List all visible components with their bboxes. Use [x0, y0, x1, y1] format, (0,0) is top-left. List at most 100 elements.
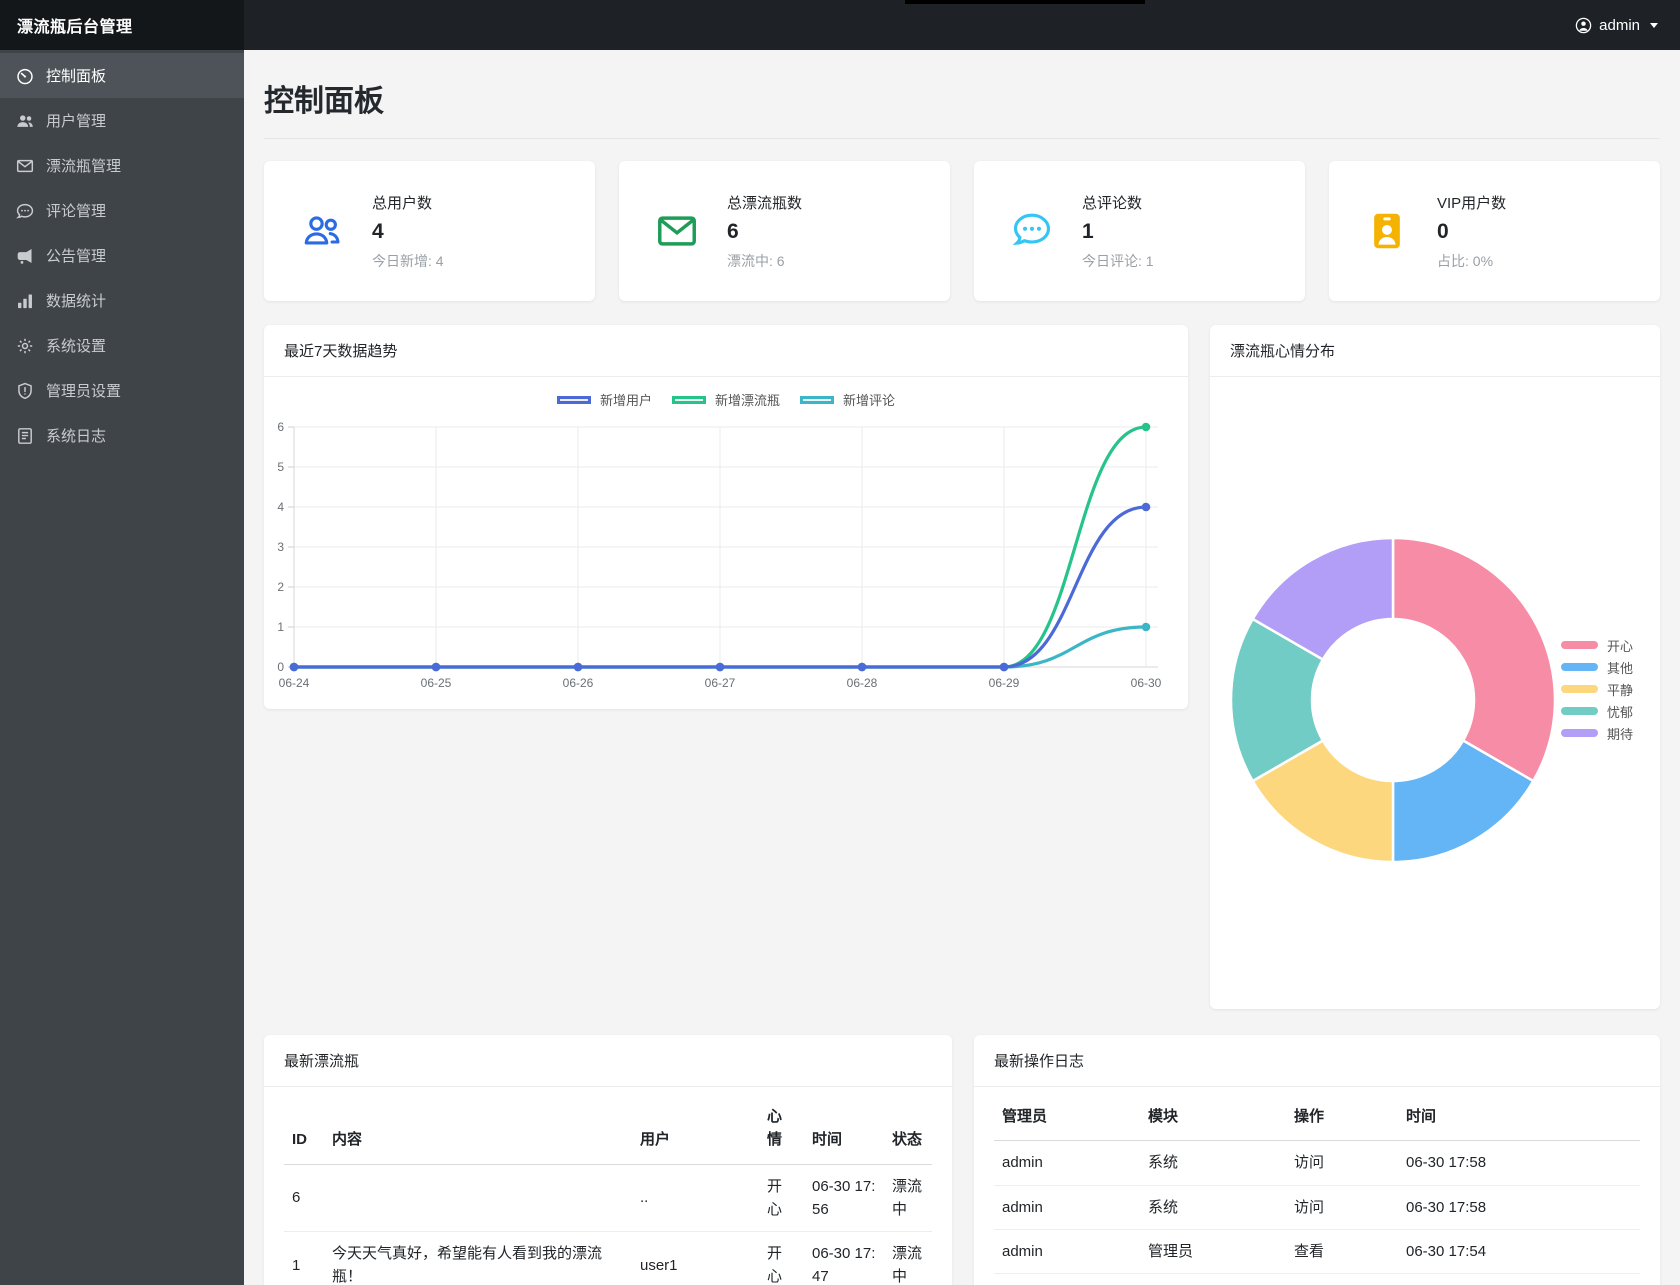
pie-legend-swatch [1561, 663, 1598, 671]
pie-legend-label: 期待 [1607, 726, 1634, 742]
legend-item[interactable]: 新增用户 [556, 390, 652, 409]
table-row: admin 系统 访问 06-30 17:58 [994, 1140, 1640, 1186]
speedometer-icon [16, 67, 34, 85]
table-row: admin 系统 访问 06-30 17:58 [994, 1185, 1640, 1230]
table-cell: 开心 [759, 1164, 804, 1232]
column-header: 时间 [1398, 1093, 1640, 1142]
mood-chart-card: 漂流瓶心情分布 开心 其他 平静 忧郁 期待 [1210, 325, 1660, 1009]
pie-legend-item[interactable]: 忧郁 [1561, 700, 1633, 722]
table-cell: 06-30 17:58 [1398, 1140, 1640, 1186]
pie-legend-label: 其他 [1607, 660, 1634, 676]
line-chart: 0 1 2 3 4 5 6 06-24 06-25 06-26 06-27 06-28 06-29 06-… [264, 409, 1188, 706]
pie-legend-swatch [1561, 641, 1598, 649]
stat-value: 0 [1437, 219, 1449, 243]
user-menu[interactable]: admin [1575, 0, 1680, 50]
sidebar-item-megaphone[interactable]: 公告管理 [0, 233, 244, 278]
table-cell: admin [994, 1229, 1140, 1275]
shield-icon [16, 382, 34, 400]
column-header: 用户 [632, 1093, 759, 1165]
legend-label: 新增评论 [843, 393, 896, 408]
svg-text:06-26: 06-26 [563, 676, 594, 690]
gear-icon [16, 337, 34, 355]
table-row: admin 管理员 查看 06-30 17:54 [994, 1229, 1640, 1275]
legend-item[interactable]: 新增漂流瓶 [671, 390, 780, 409]
legend-item[interactable]: 新增评论 [800, 390, 895, 409]
legend-swatch [800, 395, 834, 404]
svg-text:06-24: 06-24 [279, 676, 310, 690]
table-cell: 开心 [759, 1231, 804, 1285]
column-header: 管理员 [994, 1093, 1140, 1142]
legend-label: 新增漂流瓶 [714, 393, 780, 408]
pie-legend-swatch [1561, 707, 1598, 715]
trend-chart-title: 最近7天数据趋势 [264, 325, 1188, 377]
envelope-icon [655, 209, 699, 253]
chat-icon [16, 202, 34, 220]
table-cell: 今天天气真好，希望能有人看到我的漂流瓶！ [324, 1231, 632, 1285]
svg-text:0: 0 [277, 660, 284, 674]
table-cell: 漂流中 [884, 1164, 932, 1232]
sidebar-item-shield[interactable]: 管理员设置 [0, 368, 244, 413]
column-header: 状态 [884, 1093, 932, 1165]
bar-chart-icon [16, 292, 34, 310]
column-header: 内容 [324, 1093, 632, 1165]
svg-text:06-30: 06-30 [1131, 676, 1162, 690]
stat-label: 总评论数 [1082, 194, 1143, 212]
latest-bottles-card: 最新漂流瓶 ID 内容 用户 心情 时间 状态 6.. 开心 06-30 17:56 漂流中 1 今… [264, 1035, 952, 1285]
sidebar-item-journal[interactable]: 系统日志 [0, 413, 244, 458]
latest-bottles-title: 最新漂流瓶 [264, 1035, 952, 1087]
table-cell: 06-30 17:54 [1398, 1273, 1640, 1285]
stat-label: 总漂流瓶数 [727, 194, 803, 212]
table-cell: 06-30 17:47 [804, 1231, 884, 1285]
column-header: 心情 [759, 1093, 804, 1165]
table-row: admin系统访问06-30 17:54 [994, 1273, 1640, 1285]
chat-icon [1010, 209, 1054, 253]
operation-logs-title: 最新操作日志 [974, 1035, 1660, 1087]
svg-text:4: 4 [277, 500, 284, 514]
pie-legend-item[interactable]: 期待 [1561, 722, 1633, 744]
table-row: 1 今天天气真好，希望能有人看到我的漂流瓶！ user1 开心 06-30 17:47 漂… [284, 1231, 932, 1285]
envelope-icon [16, 157, 34, 175]
chevron-down-icon [1650, 22, 1658, 28]
sidebar-item-envelope[interactable]: 漂流瓶管理 [0, 143, 244, 188]
table-cell: admin [994, 1185, 1140, 1230]
trend-chart-card: 最近7天数据趋势 新增用户 新增漂流瓶 新增评论 0 1 2 3 4 5 6 06-24 06-25… [264, 325, 1188, 709]
sidebar-item-label: 公告管理 [46, 248, 107, 265]
table-cell: 系统 [1140, 1273, 1286, 1285]
sidebar-item-label: 系统设置 [46, 338, 107, 355]
legend-swatch [671, 395, 706, 404]
pie-legend-item[interactable]: 平静 [1561, 678, 1633, 700]
stat-card: 总用户数 4 今日新增: 4 [264, 161, 595, 301]
app-brand: 漂流瓶后台管理 [0, 0, 244, 50]
page-title: 控制面板 [264, 85, 384, 118]
column-header: 模块 [1140, 1093, 1286, 1142]
line-chart-legend: 新增用户 新增漂流瓶 新增评论 [264, 390, 1188, 409]
table-cell: 访问 [1286, 1185, 1398, 1230]
table-cell: 访问 [1286, 1140, 1398, 1186]
pie-chart-legend: 开心其他平静 忧郁期待 [1561, 634, 1633, 744]
table-row: 6.. 开心 06-30 17:56 漂流中 [284, 1164, 932, 1232]
stat-card: 总漂流瓶数 6 漂流中: 6 [619, 161, 950, 301]
stat-value: 4 [372, 219, 384, 243]
topbar: 漂流瓶后台管理 admin [0, 0, 1680, 50]
table-cell: admin [994, 1273, 1140, 1285]
table-cell: 06-30 17:56 [804, 1164, 884, 1232]
operation-logs-card: 最新操作日志 管理员 模块 操作 时间 admin 系统 访问 06-30 17:58 adm… [974, 1035, 1660, 1285]
svg-text:5: 5 [277, 460, 284, 474]
legend-swatch [556, 395, 591, 404]
users-icon [16, 112, 34, 130]
pie-legend-label: 开心 [1607, 638, 1634, 654]
sidebar-item-speedometer[interactable]: 控制面板 [0, 53, 244, 98]
svg-text:6: 6 [277, 420, 284, 434]
sidebar-item-bar-chart[interactable]: 数据统计 [0, 278, 244, 323]
vip-badge-icon [1365, 209, 1409, 253]
stat-sub: 今日评论: 1 [1082, 252, 1154, 269]
stat-value: 6 [727, 219, 739, 243]
pie-legend-item[interactable]: 开心 [1561, 634, 1633, 656]
pie-legend-item[interactable]: 其他 [1561, 656, 1633, 678]
column-header: 操作 [1286, 1093, 1398, 1142]
table-cell [324, 1164, 632, 1232]
table-cell: 1 [284, 1231, 324, 1285]
sidebar-item-gear[interactable]: 系统设置 [0, 323, 244, 368]
sidebar-item-users[interactable]: 用户管理 [0, 98, 244, 143]
sidebar-item-chat[interactable]: 评论管理 [0, 188, 244, 233]
